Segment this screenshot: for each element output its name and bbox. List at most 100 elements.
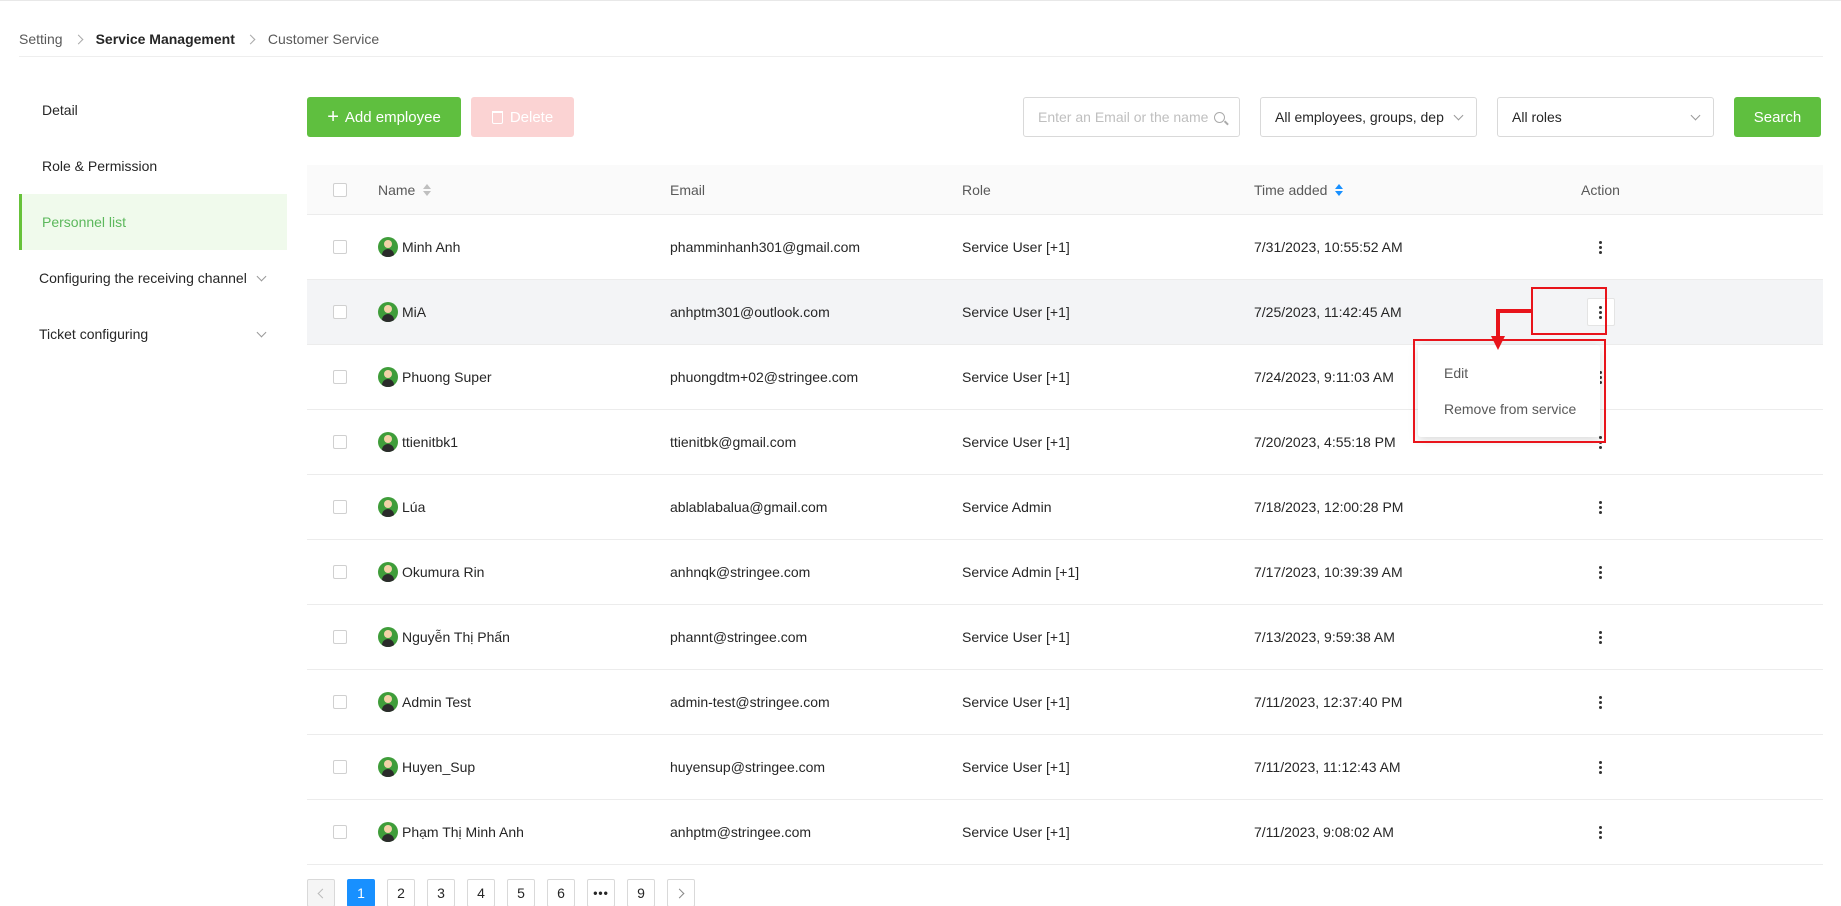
avatar xyxy=(378,497,398,517)
row-name: MiA xyxy=(402,304,427,320)
more-actions-icon[interactable] xyxy=(1587,493,1615,521)
row-time: 7/25/2023, 11:42:45 AM xyxy=(1254,304,1402,320)
row-email: phannt@stringee.com xyxy=(670,629,808,645)
role-filter-value: All roles xyxy=(1512,109,1562,125)
sidebar-item-detail[interactable]: Detail xyxy=(19,82,287,138)
header-role: Role xyxy=(962,181,991,198)
page-button[interactable]: 4 xyxy=(467,879,495,906)
search-placeholder: Enter an Email or the name xyxy=(1038,109,1209,125)
row-time: 7/18/2023, 12:00:28 PM xyxy=(1254,499,1404,515)
row-email: ablablabalua@gmail.com xyxy=(670,499,828,515)
header-email: Email xyxy=(670,181,706,198)
row-checkbox[interactable] xyxy=(332,825,347,839)
row-checkbox[interactable] xyxy=(332,240,347,254)
chevron-left-icon xyxy=(317,888,328,898)
avatar xyxy=(378,822,398,842)
sidebar-item-receiving-channel[interactable]: Configuring the receiving channel xyxy=(19,250,287,306)
add-employee-button[interactable]: + Add employee xyxy=(307,97,461,137)
row-role: Service User [+1] xyxy=(962,759,1070,775)
sort-icon[interactable] xyxy=(423,183,432,196)
menu-item-remove-from-service[interactable]: Remove from service xyxy=(1418,391,1600,427)
breadcrumb-customer-service: Customer Service xyxy=(267,31,380,47)
more-actions-icon[interactable] xyxy=(1587,233,1615,261)
chevron-down-icon xyxy=(1453,110,1464,120)
sidebar-item-label: Personnel list xyxy=(42,214,127,230)
select-all-checkbox[interactable] xyxy=(332,182,347,197)
table-row: MiA anhptm301@outlook.com Service User [… xyxy=(307,280,1823,345)
sidebar-item-ticket-configuring[interactable]: Ticket configuring xyxy=(19,306,287,362)
chevron-down-icon xyxy=(256,271,267,281)
row-name: Phuong Super xyxy=(402,369,492,385)
next-page-button[interactable] xyxy=(667,879,695,906)
breadcrumb-service-management[interactable]: Service Management xyxy=(96,31,235,47)
table-row: Okumura Rin anhnqk@stringee.com Service … xyxy=(307,540,1823,605)
search-button[interactable]: Search xyxy=(1734,97,1821,137)
row-checkbox[interactable] xyxy=(332,500,347,514)
row-checkbox[interactable] xyxy=(332,305,347,319)
employee-filter-value: All employees, groups, dep xyxy=(1275,109,1444,125)
row-name: Nguyễn Thị Phấn xyxy=(402,629,510,645)
page-button[interactable]: 1 xyxy=(347,879,375,906)
prev-page-button[interactable] xyxy=(307,879,335,906)
row-checkbox[interactable] xyxy=(332,565,347,579)
page-button[interactable]: 6 xyxy=(547,879,575,906)
row-checkbox[interactable] xyxy=(332,695,347,709)
header-name[interactable]: Name xyxy=(378,182,415,198)
delete-button[interactable]: Delete xyxy=(471,97,574,137)
chevron-down-icon xyxy=(256,327,267,337)
breadcrumb: Setting Service Management Customer Serv… xyxy=(19,30,379,48)
menu-item-edit[interactable]: Edit xyxy=(1418,355,1600,391)
avatar xyxy=(378,562,398,582)
more-actions-icon[interactable] xyxy=(1587,623,1615,651)
breadcrumb-setting[interactable]: Setting xyxy=(19,31,63,47)
row-checkbox[interactable] xyxy=(332,435,347,449)
page-button[interactable]: 3 xyxy=(427,879,455,906)
row-role: Service User [+1] xyxy=(962,304,1070,320)
row-checkbox[interactable] xyxy=(332,630,347,644)
avatar xyxy=(378,627,398,647)
employee-filter-select[interactable]: All employees, groups, dep xyxy=(1260,97,1477,137)
table-row: Admin Test admin-test@stringee.com Servi… xyxy=(307,670,1823,735)
table-row: Minh Anh phamminhanh301@gmail.com Servic… xyxy=(307,215,1823,280)
row-role: Service User [+1] xyxy=(962,694,1070,710)
more-actions-icon[interactable] xyxy=(1586,298,1615,326)
row-name: Lúa xyxy=(402,499,426,515)
row-name: Phạm Thị Minh Anh xyxy=(402,824,524,840)
delete-label: Delete xyxy=(509,108,554,126)
avatar xyxy=(378,692,398,712)
role-filter-select[interactable]: All roles xyxy=(1497,97,1714,137)
row-email: anhnqk@stringee.com xyxy=(670,564,811,580)
row-role: Service User [+1] xyxy=(962,824,1070,840)
page-button[interactable]: 9 xyxy=(627,879,655,906)
row-checkbox[interactable] xyxy=(332,760,347,774)
ellipsis-icon[interactable]: ••• xyxy=(587,879,615,906)
search-label: Search xyxy=(1753,108,1802,126)
table-row: Nguyễn Thị Phấn phannt@stringee.com Serv… xyxy=(307,605,1823,670)
more-actions-icon[interactable] xyxy=(1587,688,1615,716)
row-time: 7/11/2023, 12:37:40 PM xyxy=(1254,694,1403,710)
sidebar-item-label: Configuring the receiving channel xyxy=(39,270,247,286)
trash-icon xyxy=(491,110,503,124)
row-email: huyensup@stringee.com xyxy=(670,759,826,775)
row-time: 7/11/2023, 11:12:43 AM xyxy=(1254,759,1401,775)
header-time-added[interactable]: Time added xyxy=(1254,182,1327,198)
row-email: admin-test@stringee.com xyxy=(670,694,830,710)
sidebar-item-personnel-list[interactable]: Personnel list xyxy=(19,194,287,250)
page-button[interactable]: 5 xyxy=(507,879,535,906)
sort-icon[interactable] xyxy=(1335,183,1344,196)
row-checkbox[interactable] xyxy=(332,370,347,384)
more-actions-icon[interactable] xyxy=(1587,558,1615,586)
row-time: 7/31/2023, 10:55:52 AM xyxy=(1254,239,1403,255)
more-actions-icon[interactable] xyxy=(1587,753,1615,781)
row-name: ttienitbk1 xyxy=(402,434,459,450)
chevron-right-icon xyxy=(73,34,84,44)
row-time: 7/17/2023, 10:39:39 AM xyxy=(1254,564,1403,580)
row-role: Service User [+1] xyxy=(962,629,1070,645)
page-button[interactable]: 2 xyxy=(387,879,415,906)
sidebar-item-role-permission[interactable]: Role & Permission xyxy=(19,138,287,194)
search-input[interactable]: Enter an Email or the name xyxy=(1023,97,1240,137)
row-role: Service User [+1] xyxy=(962,434,1070,450)
row-name: Minh Anh xyxy=(402,239,461,255)
more-actions-icon[interactable] xyxy=(1587,818,1615,846)
pagination: 1 2 3 4 5 6 ••• 9 xyxy=(307,879,695,906)
